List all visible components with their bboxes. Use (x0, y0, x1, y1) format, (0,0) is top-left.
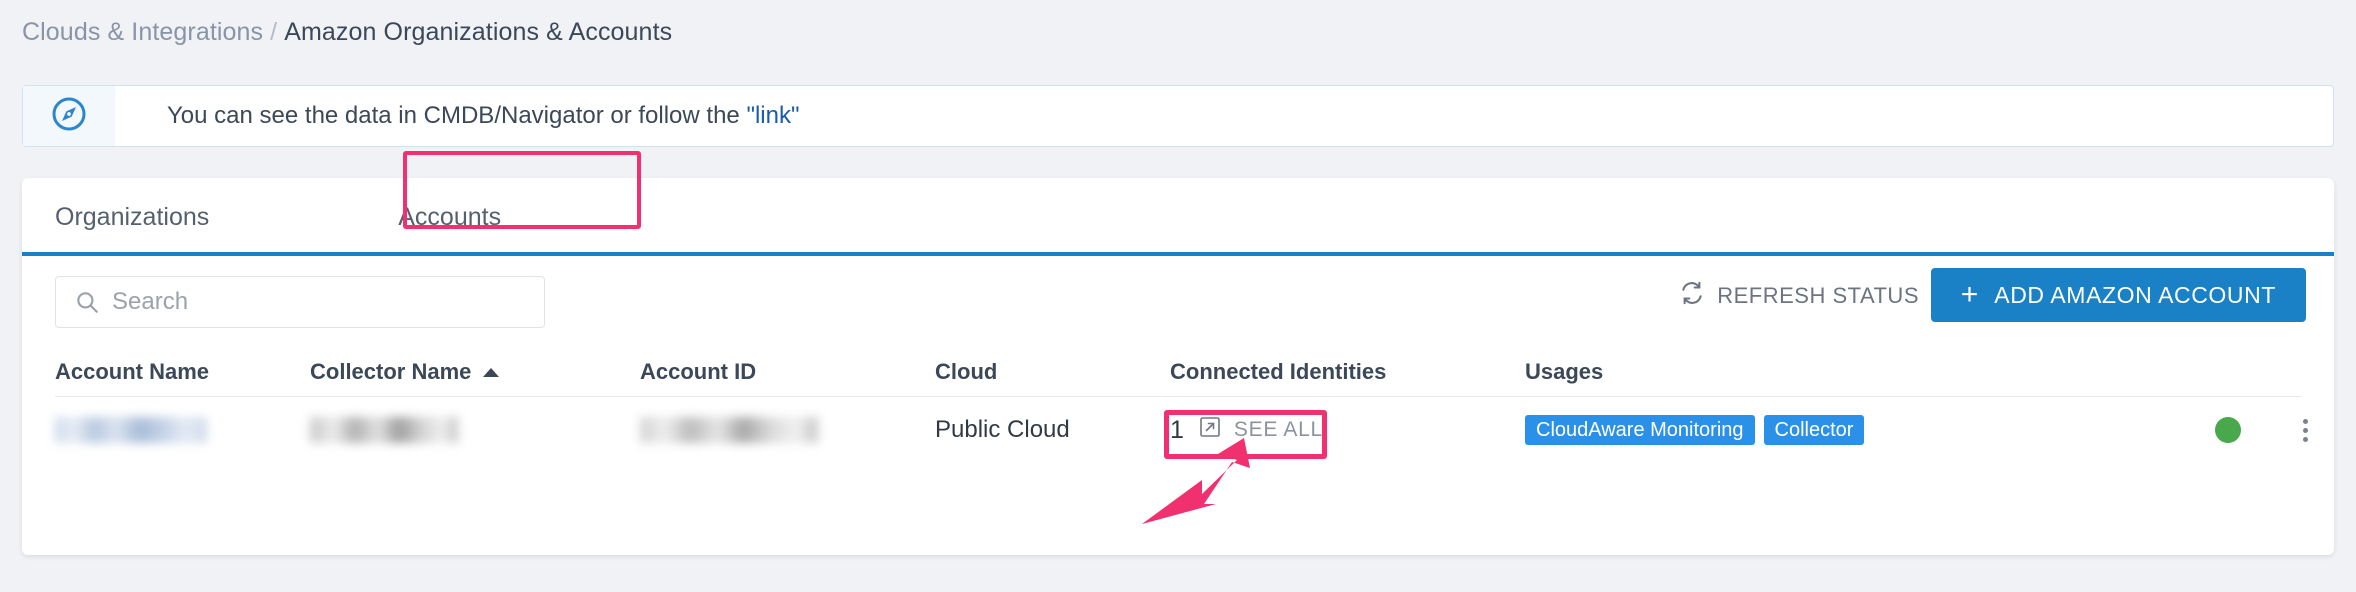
column-header-status[interactable]: Status (2215, 359, 2356, 385)
plus-icon: + (1961, 280, 1979, 310)
refresh-status-label: REFRESH STATUS (1717, 283, 1919, 309)
column-header-connected-identities[interactable]: Connected Identities (1170, 359, 1525, 385)
cell-account-id (640, 417, 935, 443)
redacted-collector-name (310, 417, 458, 443)
kebab-dot (2303, 428, 2308, 433)
column-header-usages-label: Usages (1525, 359, 1603, 385)
tab-bar: Organizations Accounts (22, 178, 2334, 256)
column-header-collector-name[interactable]: Collector Name (310, 359, 640, 385)
page-root: Clouds & Integrations/Amazon Organizatio… (0, 0, 2356, 592)
see-all-label: SEE ALL (1234, 418, 1323, 442)
info-banner: You can see the data in CMDB/Navigator o… (22, 85, 2334, 147)
breadcrumb-parent-link[interactable]: Clouds & Integrations (22, 18, 263, 46)
add-amazon-account-button[interactable]: + ADD AMAZON ACCOUNT (1931, 268, 2306, 322)
kebab-menu-icon[interactable] (2299, 415, 2312, 446)
table-row[interactable]: Public Cloud 1 SEE ALL (55, 397, 2301, 463)
accounts-card: Organizations Accounts (22, 178, 2334, 555)
breadcrumb-separator: / (263, 18, 284, 46)
redacted-account-name (55, 417, 207, 443)
search-box[interactable] (55, 276, 545, 328)
cell-cloud: Public Cloud (935, 416, 1170, 444)
refresh-icon (1679, 280, 1705, 311)
kebab-dot (2303, 437, 2308, 442)
kebab-dot (2303, 419, 2308, 424)
breadcrumb-current: Amazon Organizations & Accounts (284, 18, 672, 46)
banner-message: You can see the data in CMDB/Navigator o… (167, 102, 746, 129)
cell-connected-identities: 1 SEE ALL (1170, 415, 1525, 446)
banner-text: You can see the data in CMDB/Navigator o… (115, 102, 800, 130)
breadcrumb: Clouds & Integrations/Amazon Organizatio… (22, 18, 672, 47)
column-header-account-id-label: Account ID (640, 359, 756, 385)
column-header-cloud[interactable]: Cloud (935, 359, 1170, 385)
tab-accounts[interactable]: Accounts (368, 178, 531, 256)
column-header-account-name-label: Account Name (55, 359, 209, 385)
accounts-table: Account Name Collector Name Account ID C… (55, 348, 2301, 463)
column-header-usages[interactable]: Usages (1525, 359, 2215, 385)
usage-badge[interactable]: Collector (1764, 415, 1865, 445)
column-header-account-id[interactable]: Account ID (640, 359, 935, 385)
table-header-row: Account Name Collector Name Account ID C… (55, 348, 2301, 397)
status-badge (2215, 417, 2241, 443)
refresh-status-button[interactable]: REFRESH STATUS (1679, 280, 1919, 311)
column-header-cloud-label: Cloud (935, 359, 997, 385)
redacted-account-id (640, 417, 818, 443)
sort-ascending-icon (483, 368, 499, 377)
search-input[interactable] (110, 287, 514, 317)
external-link-icon (1198, 415, 1222, 446)
cell-status (2215, 415, 2318, 446)
usage-badge[interactable]: CloudAware Monitoring (1525, 415, 1755, 445)
tab-organizations[interactable]: Organizations (22, 178, 242, 256)
column-header-connected-identities-label: Connected Identities (1170, 359, 1386, 385)
cell-account-name[interactable] (55, 417, 310, 443)
add-amazon-account-label: ADD AMAZON ACCOUNT (1994, 282, 2276, 309)
banner-icon-container (23, 86, 115, 146)
toolbar: REFRESH STATUS + ADD AMAZON ACCOUNT (22, 256, 2334, 348)
cell-usages: CloudAware Monitoring Collector (1525, 415, 2215, 445)
search-icon (74, 289, 100, 315)
column-header-account-name[interactable]: Account Name (55, 359, 310, 385)
column-header-collector-name-label: Collector Name (310, 359, 471, 385)
connected-identities-count: 1 (1170, 416, 1184, 445)
compass-icon (49, 94, 89, 139)
banner-link[interactable]: "link" (746, 102, 799, 129)
cell-collector-name (310, 417, 640, 443)
see-all-button[interactable]: SEE ALL (1198, 415, 1323, 446)
